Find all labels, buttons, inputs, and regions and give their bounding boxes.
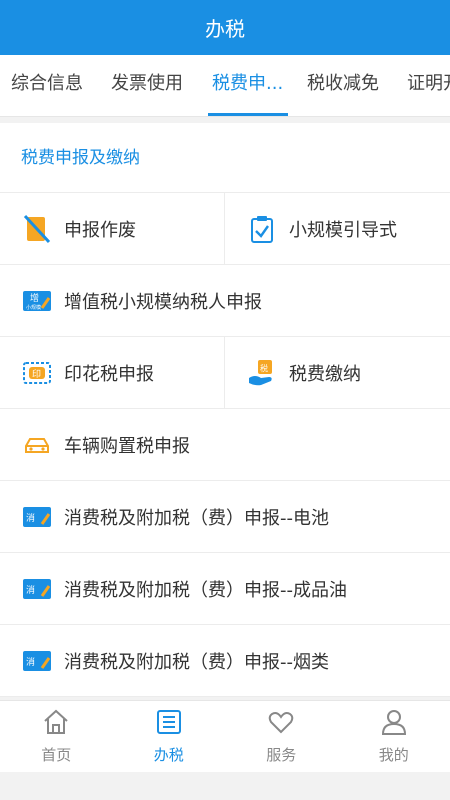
consumption-tax-icon: 消 xyxy=(23,650,51,671)
nav-mine[interactable]: 我的 xyxy=(338,701,450,772)
svg-text:消: 消 xyxy=(26,656,35,668)
void-declaration-icon xyxy=(23,214,51,243)
service-grid: 申报作废 小规模引导式 增 小规模 增值税小规模纳税人申报 印 印花税申报 税 … xyxy=(0,193,450,697)
svg-text:税: 税 xyxy=(260,363,268,373)
tab-certificate[interactable]: 证明开 xyxy=(407,55,450,116)
page-title: 办税 xyxy=(205,17,245,41)
void-declaration-button[interactable]: 申报作废 xyxy=(0,193,225,264)
consumption-tax-battery-button[interactable]: 消 消费税及附加税（费）申报--电池 xyxy=(0,481,450,552)
tab-tax-declaration[interactable]: 税费申... xyxy=(212,55,283,116)
stamp-tax-button[interactable]: 印 印花税申报 xyxy=(0,337,225,408)
nav-home-label: 首页 xyxy=(41,746,72,764)
vat-small-scale-button[interactable]: 增 小规模 增值税小规模纳税人申报 xyxy=(0,265,450,336)
stamp-tax-label: 印花税申报 xyxy=(64,363,154,385)
user-icon xyxy=(381,710,406,735)
consumption-tax-icon: 消 xyxy=(23,578,51,599)
app-header: 办税 xyxy=(0,0,450,55)
small-scale-guide-label: 小规模引导式 xyxy=(289,219,397,241)
consumption-tax-oil-label: 消费税及附加税（费）申报--成品油 xyxy=(64,579,347,601)
bottom-navigation: 首页 办税 服务 我的 xyxy=(0,700,450,772)
vat-icon: 增 小规模 xyxy=(23,290,51,311)
consumption-tax-battery-label: 消费税及附加税（费）申报--电池 xyxy=(64,507,329,529)
svg-text:增: 增 xyxy=(30,292,39,304)
tab-tax-reduction[interactable]: 税收减免 xyxy=(307,55,379,116)
consumption-tax-tobacco-label: 消费税及附加税（费）申报--烟类 xyxy=(64,651,329,673)
section-title: 税费申报及缴纳 xyxy=(0,123,450,193)
consumption-tax-tobacco-button[interactable]: 消 消费税及附加税（费）申报--烟类 xyxy=(0,625,450,696)
consumption-tax-icon: 消 xyxy=(23,506,51,527)
void-declaration-label: 申报作废 xyxy=(64,219,136,241)
svg-text:消: 消 xyxy=(26,512,35,524)
svg-text:印: 印 xyxy=(32,368,41,380)
active-tab-indicator xyxy=(208,113,288,116)
tab-invoice-use[interactable]: 发票使用 xyxy=(111,55,183,116)
vehicle-tax-button[interactable]: 车辆购置税申报 xyxy=(0,409,450,480)
list-icon xyxy=(156,710,181,734)
consumption-tax-oil-button[interactable]: 消 消费税及附加税（费）申报--成品油 xyxy=(0,553,450,624)
tax-payment-button[interactable]: 税 税费缴纳 xyxy=(225,337,450,408)
car-icon xyxy=(25,437,49,453)
nav-service-label: 服务 xyxy=(266,746,297,764)
nav-service[interactable]: 服务 xyxy=(225,701,338,772)
nav-mine-label: 我的 xyxy=(378,746,409,764)
clipboard-check-icon xyxy=(251,215,273,243)
heart-icon xyxy=(268,712,294,734)
tab-general-info[interactable]: 综合信息 xyxy=(11,55,83,116)
stamp-icon: 印 xyxy=(23,361,51,384)
nav-tax-label: 办税 xyxy=(153,746,184,764)
svg-text:消: 消 xyxy=(26,584,35,596)
svg-text:小规模: 小规模 xyxy=(26,304,41,311)
nav-home[interactable]: 首页 xyxy=(0,701,113,772)
vehicle-tax-label: 车辆购置税申报 xyxy=(64,435,190,457)
vat-small-scale-label: 增值税小规模纳税人申报 xyxy=(64,291,262,313)
nav-tax[interactable]: 办税 xyxy=(113,701,226,772)
tax-payment-label: 税费缴纳 xyxy=(289,363,361,385)
category-tabs: 综合信息 发票使用 税费申... 税收减免 证明开 xyxy=(0,55,450,117)
tax-payment-hand-icon: 税 xyxy=(249,359,272,385)
home-icon xyxy=(44,709,68,734)
small-scale-guide-button[interactable]: 小规模引导式 xyxy=(225,193,450,264)
